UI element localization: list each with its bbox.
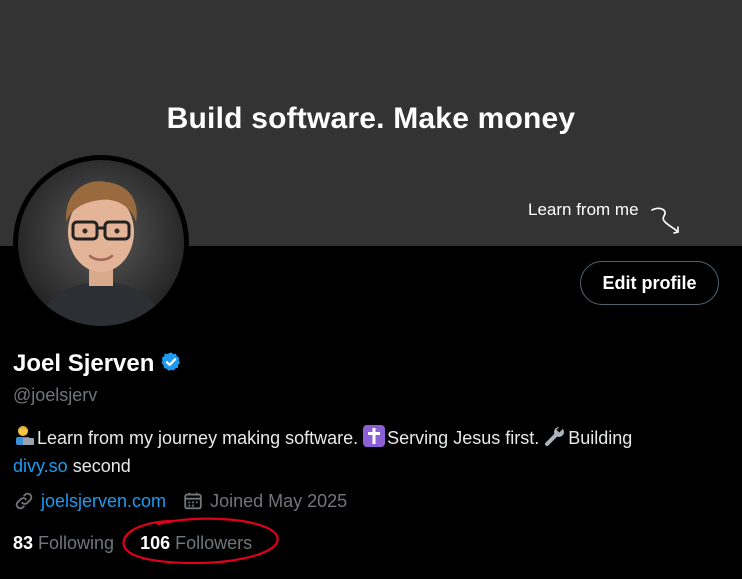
profile-meta-row: joelsjerven.com Joined May 2025 [13,490,363,512]
following-count: 83 [13,533,34,553]
bio-text-4: second [72,456,131,476]
bio-text-3: Building [568,428,633,448]
following-label: Following [38,533,115,553]
bio-link-divy[interactable]: divy.so [13,456,68,476]
red-annotation-circle [122,517,279,565]
display-name: Joel Sjerven [13,350,155,377]
avatar-photo [18,160,184,326]
calendar-icon [184,492,202,510]
website-item[interactable]: joelsjerven.com [13,490,166,512]
bio-text-2: Serving Jesus first. [387,428,540,448]
verified-badge-icon[interactable] [160,351,182,378]
banner-cta-text: Learn from me [528,200,639,219]
joined-date: Joined May 2025 [210,490,348,511]
avatar[interactable] [13,155,189,331]
technologist-emoji-icon [13,425,35,454]
following-link[interactable]: 83 Following [13,533,114,554]
bio-text-1: Learn from my journey making software. [37,428,359,448]
profile-bio: Learn from my journey making software. S… [13,425,728,479]
link-icon [15,492,33,510]
wrench-emoji-icon [544,425,566,454]
cross-emoji-icon [363,425,386,454]
banner-headline: Build software. Make money [166,102,576,135]
joined-item: Joined May 2025 [182,490,347,512]
name-row: Joel Sjerven [13,350,182,378]
curly-arrow-icon [651,207,679,234]
edit-profile-button[interactable]: Edit profile [580,261,719,305]
user-handle: @joelsjerv [13,385,98,405]
website-link[interactable]: joelsjerven.com [41,491,166,512]
